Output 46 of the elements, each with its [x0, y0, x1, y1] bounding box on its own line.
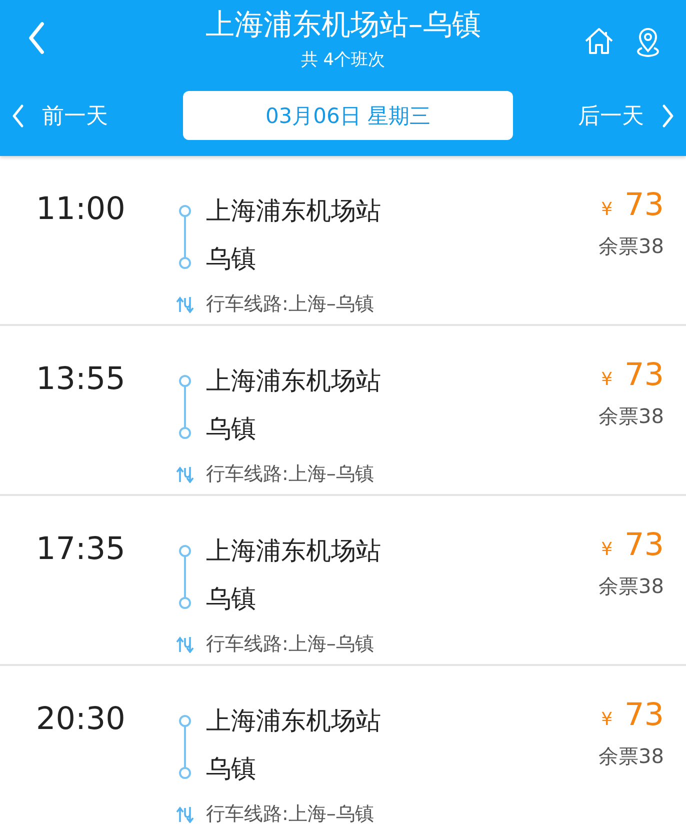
trip-count: 共 4个班次: [300, 49, 386, 71]
trip-row[interactable]: 17:35 上海浦东机场站 乌镇 行车线路:上海–乌镇 ¥ 73 余票38: [0, 499, 686, 666]
currency-symbol: ¥: [601, 369, 613, 390]
route-line-icon: [178, 205, 192, 269]
home-icon: [584, 26, 614, 54]
trip-row[interactable]: 13:55 上海浦东机场站 乌镇 行车线路:上海–乌镇 ¥ 73 余票38: [0, 329, 686, 496]
remaining-tickets: 余票38: [598, 403, 664, 430]
currency-symbol: ¥: [601, 539, 613, 560]
departure-time: 17:35: [35, 530, 126, 569]
left-chevron-icon: [12, 104, 24, 128]
trip-row[interactable]: 11:00 上海浦东机场站 乌镇 行车线路:上海–乌镇 ¥ 73 余票38: [0, 159, 686, 326]
route-line-icon: [178, 715, 192, 779]
ticket-price: 73: [624, 527, 664, 563]
departure-time: 11:00: [35, 190, 126, 229]
route-title: 上海浦东机场站–乌镇: [205, 6, 481, 43]
ticket-price: 73: [624, 187, 664, 223]
right-chevron-icon: [662, 104, 674, 128]
origin-station: 上海浦东机场站: [206, 195, 382, 227]
currency-symbol: ¥: [601, 709, 613, 730]
route-info: 行车线路:上海–乌镇: [206, 462, 375, 486]
remaining-tickets: 余票38: [598, 233, 664, 260]
ticket-price: 73: [624, 697, 664, 733]
departure-time: 13:55: [35, 360, 126, 399]
origin-station: 上海浦东机场站: [206, 705, 382, 737]
swap-arrows-icon: [176, 464, 194, 482]
route-line-icon: [178, 375, 192, 439]
destination-station: 乌镇: [206, 243, 257, 275]
destination-station: 乌镇: [206, 583, 257, 615]
route-line-icon: [178, 545, 192, 609]
origin-station: 上海浦东机场站: [206, 535, 382, 567]
ticket-price: 73: [624, 357, 664, 393]
route-info: 行车线路:上海–乌镇: [206, 632, 375, 656]
remaining-tickets: 余票38: [598, 573, 664, 600]
swap-arrows-icon: [176, 634, 194, 652]
origin-station: 上海浦东机场站: [206, 365, 382, 397]
back-chevron-icon: [28, 20, 45, 54]
destination-station: 乌镇: [206, 753, 257, 785]
remaining-tickets: 余票38: [598, 743, 664, 770]
route-info: 行车线路:上海–乌镇: [206, 802, 375, 826]
route-info: 行车线路:上海–乌镇: [206, 292, 375, 316]
trip-row[interactable]: 20:30 上海浦东机场站 乌镇 行车线路:上海–乌镇 ¥ 73 余票38: [0, 669, 686, 827]
destination-station: 乌镇: [206, 413, 257, 445]
currency-symbol: ¥: [601, 199, 613, 220]
departure-time: 20:30: [35, 700, 126, 739]
swap-arrows-icon: [176, 804, 194, 822]
swap-arrows-icon: [176, 294, 194, 312]
